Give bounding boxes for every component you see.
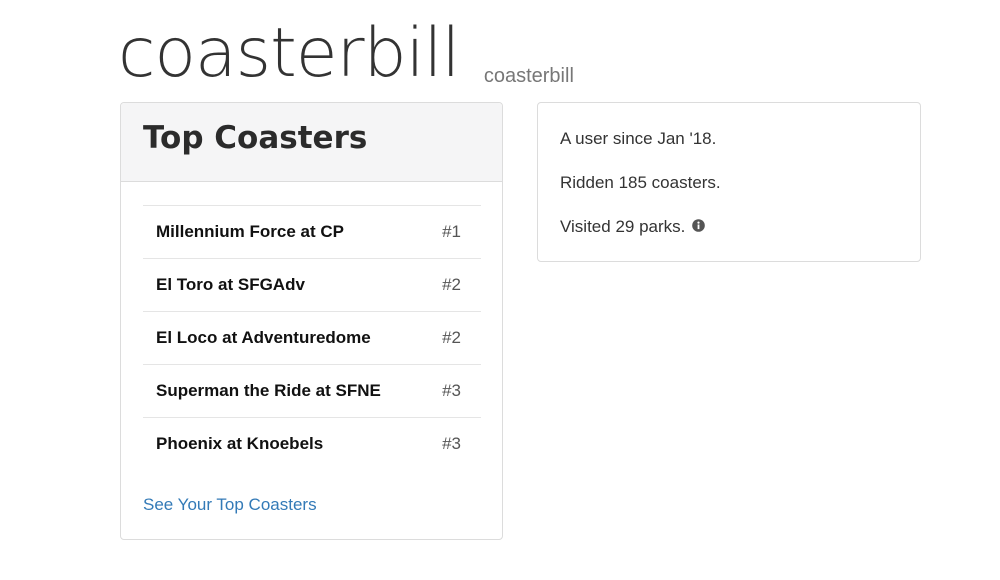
user-stats-card: A user since Jan '18. Ridden 185 coaster… bbox=[537, 102, 921, 262]
coaster-name: Phoenix at Knoebels bbox=[156, 434, 324, 453]
visited-count-text: Visited 29 parks. bbox=[560, 217, 686, 236]
top-coasters-header: Top Coasters bbox=[121, 103, 502, 182]
coaster-name: El Loco at Adventuredome bbox=[156, 328, 371, 347]
coaster-rank: #1 bbox=[442, 222, 461, 241]
list-item: El Toro at SFGAdv #2 bbox=[143, 258, 481, 311]
coaster-name: Millennium Force at CP bbox=[156, 222, 344, 241]
see-top-coasters-link[interactable]: See Your Top Coasters bbox=[143, 495, 317, 515]
list-item: Millennium Force at CP #1 bbox=[143, 205, 481, 258]
coaster-rank: #3 bbox=[442, 434, 461, 453]
top-coasters-title: Top Coasters bbox=[143, 120, 368, 156]
page-subtitle: coasterbill bbox=[483, 65, 574, 87]
coaster-name: El Toro at SFGAdv bbox=[156, 275, 305, 294]
ridden-count-text: Ridden 185 coasters. bbox=[560, 173, 721, 192]
member-since-text: A user since Jan '18. bbox=[560, 129, 717, 148]
top-coasters-card: Top Coasters Millennium Force at CP #1 E… bbox=[120, 102, 503, 540]
top-coasters-list: Millennium Force at CP #1 El Toro at SFG… bbox=[143, 205, 481, 470]
page-header: coasterbill coasterbill bbox=[118, 14, 574, 94]
page-title: coasterbill bbox=[118, 14, 460, 93]
info-circle-icon[interactable] bbox=[692, 217, 705, 236]
list-item: Superman the Ride at SFNE #3 bbox=[143, 364, 481, 417]
visited-parks-row: Visited 29 parks. bbox=[560, 217, 920, 236]
list-item: Phoenix at Knoebels #3 bbox=[143, 417, 481, 470]
coaster-rank: #2 bbox=[442, 275, 461, 294]
list-item: El Loco at Adventuredome #2 bbox=[143, 311, 481, 364]
coaster-rank: #3 bbox=[442, 381, 461, 400]
coaster-name: Superman the Ride at SFNE bbox=[156, 381, 381, 400]
coaster-rank: #2 bbox=[442, 328, 461, 347]
